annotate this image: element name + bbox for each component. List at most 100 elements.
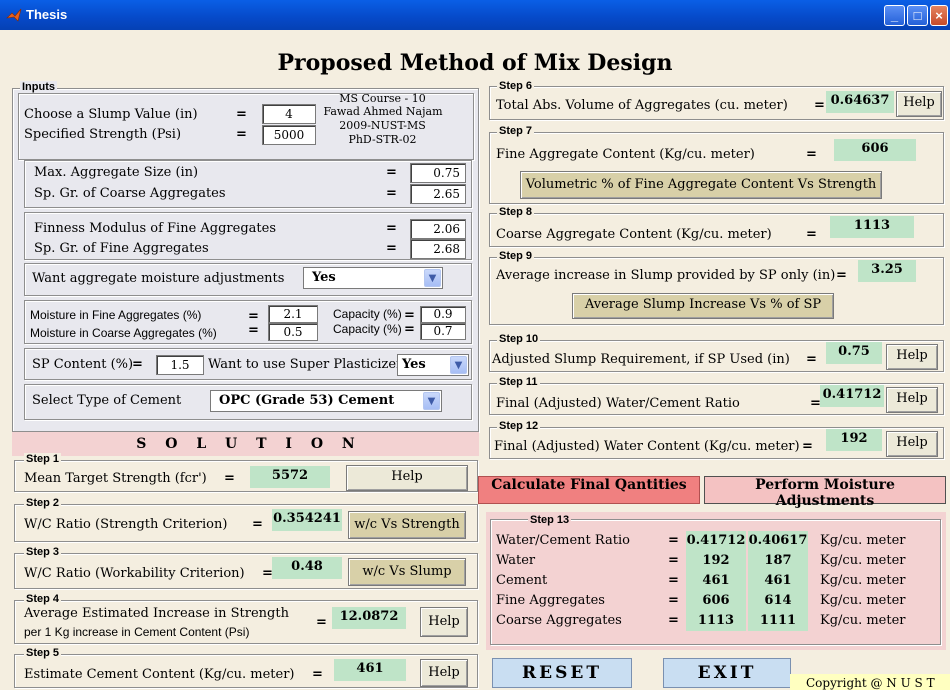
step4-help-button[interactable]: Help [420,607,468,637]
step10-value: 0.75 [826,342,882,364]
eq: = [836,268,847,283]
step8-label: Coarse Aggregate Content (Kg/cu. meter) [496,227,772,242]
slump-input[interactable]: 4 [262,104,316,124]
fm-label: Finness Modulus of Fine Aggregates [34,221,277,236]
strength-label: Specified Strength (Psi) [24,127,182,142]
eq: = [668,533,679,548]
window-titlebar[interactable]: Thesis _ □ × [0,0,950,30]
minimize-button[interactable]: _ [884,5,905,26]
max-agg-input[interactable]: 0.75 [410,163,466,183]
step7-value: 606 [834,139,916,161]
cap-fine-input[interactable]: 0.9 [420,306,466,323]
moisture-adj-value: Yes [312,270,336,285]
step13-moisture-value: 1111 [748,611,808,631]
fm-input[interactable]: 2.06 [410,219,466,239]
eq: = [806,147,817,162]
step6-help-button[interactable]: Help [896,91,942,117]
calculate-final-quantities-button[interactable]: Calculate Final Qantities [478,476,700,504]
author-line-4: PhD-STR-02 [348,133,417,146]
step5-help-button[interactable]: Help [420,659,468,687]
chevron-down-icon[interactable]: ▼ [450,356,467,374]
eq: = [224,471,235,486]
step13-moisture-value: 614 [748,591,808,611]
strength-input[interactable]: 5000 [262,125,316,145]
copyright-text: Copyright @ N U S T [790,674,950,690]
wc-vs-slump-button[interactable]: w/c Vs Slump [348,558,466,586]
step1-help-button[interactable]: Help [346,465,468,491]
step6-value: 0.64637 [826,91,894,113]
step8-value: 1113 [830,216,914,238]
step13-unit: Kg/cu. meter [820,613,906,628]
wc-vs-strength-button[interactable]: w/c Vs Strength [348,511,466,539]
step11-help-button[interactable]: Help [886,387,938,413]
eq: = [252,517,263,532]
slump-label: Choose a Slump Value (in) [24,107,198,122]
moisture-adj-label: Want aggregate moisture adjustments [32,271,285,286]
eq: = [404,308,415,323]
step11-value: 0.41712 [820,385,884,407]
eq: = [668,593,679,608]
fine-agg-vs-strength-button[interactable]: Volumetric % of Fine Aggregate Content V… [520,171,882,199]
spgr-coarse-label: Sp. Gr. of Coarse Aggregates [34,186,226,201]
window-title: Thesis [26,7,68,22]
step13-row-label: Water/Cement Ratio [496,533,630,548]
step13-unit: Kg/cu. meter [820,573,906,588]
step13-moisture-value: 0.40617 [748,531,808,551]
step13-adjusted-value: 0.41712 [686,531,746,551]
eq: = [386,221,397,236]
step4-label-1: Average Estimated Increase in Strength [24,606,289,621]
step1-label: Mean Target Strength (fcr') [24,471,207,486]
step3-label: W/C Ratio (Workability Criterion) [24,566,245,581]
step9-value: 3.25 [858,260,916,282]
minimize-icon: _ [890,8,899,23]
max-agg-label: Max. Aggregate Size (in) [34,165,199,180]
close-icon: × [935,8,943,23]
close-button[interactable]: × [930,5,948,26]
cement-select[interactable]: OPC (Grade 53) Cement ▼ [210,390,442,412]
step13-unit: Kg/cu. meter [820,593,906,608]
eq: = [236,127,247,142]
chevron-down-icon[interactable]: ▼ [423,392,440,410]
use-sp-select[interactable]: Yes ▼ [397,354,469,376]
step2-value: 0.354241 [272,509,342,531]
step11-legend: Step 11 [497,376,540,388]
step4-value: 12.0872 [332,607,406,629]
sp-input[interactable]: 1.5 [156,355,204,375]
exit-button[interactable]: EXIT [663,658,791,688]
moist-coarse-input[interactable]: 0.5 [268,323,318,341]
eq: = [404,322,415,337]
cap-coarse-input[interactable]: 0.7 [420,323,466,340]
eq: = [132,357,143,372]
matlab-icon [6,8,22,22]
step10-legend: Step 10 [497,333,541,345]
step5-legend: Step 5 [24,647,62,659]
moisture-adj-select[interactable]: Yes ▼ [303,267,443,289]
step13-moisture-value: 187 [748,551,808,571]
step12-help-button[interactable]: Help [886,431,938,457]
moist-coarse-label: Moisture in Coarse Aggregates (%) [30,326,217,340]
maximize-button[interactable]: □ [907,5,928,26]
eq: = [386,241,397,256]
spgr-fine-input[interactable]: 2.68 [410,239,466,259]
step1-value: 5572 [250,466,330,488]
author-line-2: Fawad Ahmed Najam [323,105,443,118]
maximize-icon: □ [913,8,922,23]
eq: = [386,165,397,180]
perform-moisture-adjustments-button[interactable]: Perform Moisture Adjustments [704,476,946,509]
reset-button[interactable]: RESET [492,658,632,688]
step10-help-button[interactable]: Help [886,344,938,370]
eq: = [668,573,679,588]
slump-increase-vs-sp-button[interactable]: Average Slump Increase Vs % of SP [572,293,834,319]
cement-label: Select Type of Cement [32,393,182,408]
moist-fine-input[interactable]: 2.1 [268,305,318,323]
step13-adjusted-value: 606 [686,591,746,611]
spgr-fine-label: Sp. Gr. of Fine Aggregates [34,241,209,256]
step11-label: Final (Adjusted) Water/Cement Ratio [496,396,740,411]
author-line-3: 2009-NUST-MS [339,119,426,132]
capacity-label: Capacity (%) [333,307,402,321]
spgr-coarse-input[interactable]: 2.65 [410,184,466,204]
eq: = [312,667,323,682]
eq: = [386,186,397,201]
chevron-down-icon[interactable]: ▼ [424,269,441,287]
step13-adjusted-value: 192 [686,551,746,571]
